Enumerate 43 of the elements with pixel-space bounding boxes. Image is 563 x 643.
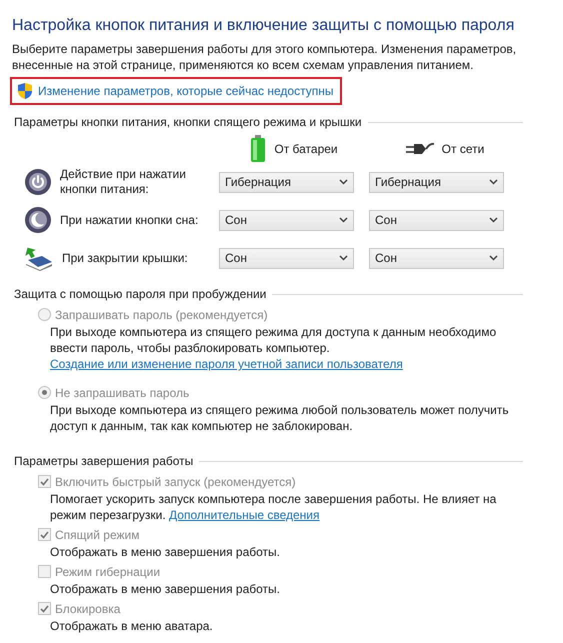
- page-title: Настройка кнопок питания и включение защиты с помощью пароля: [12, 17, 516, 35]
- admin-link[interactable]: Изменение параметров, которые сейчас недоступны: [38, 84, 334, 98]
- column-heading: От батареи: [274, 142, 338, 156]
- check-icon: [40, 530, 49, 538]
- option-description: Помогает ускорить запуск компьютера после завершения работы. Не влияет на режим перезагрузки. Дополнительные сведения: [50, 491, 498, 523]
- caret-icon: [489, 179, 498, 185]
- dropdown[interactable]: Сон: [369, 210, 504, 230]
- caret-icon: [339, 179, 348, 185]
- dropdown[interactable]: Сон: [369, 248, 504, 268]
- power-button-icon: [24, 168, 52, 196]
- plug-icon: [404, 141, 434, 157]
- dropdown[interactable]: Сон: [219, 210, 354, 230]
- row-label: При нажатии кнопки сна:: [60, 212, 200, 228]
- option-label: Блокировка: [55, 602, 120, 616]
- dropdown[interactable]: Сон: [219, 248, 354, 268]
- caret-icon: [489, 255, 498, 261]
- option-label: Спящий режим: [55, 528, 140, 542]
- option-label: Не запрашивать пароль: [55, 386, 190, 400]
- option-description: Отображать в меню завершения работы.: [50, 581, 282, 597]
- battery-icon: [250, 135, 266, 163]
- dropdown[interactable]: Гибернация: [369, 172, 504, 192]
- option-description: Отображать в меню аватара.: [50, 618, 214, 634]
- option-label: Запрашивать пароль (рекомендуется): [55, 308, 268, 322]
- section-heading: Защита с помощью пароля при пробуждении: [14, 287, 266, 301]
- intro-text: Выберите параметры завершения работы для этого компьютера. Изменения параметров, внесенные на этой странице, применяются ко всем схемам управления питанием.: [12, 41, 518, 73]
- option-label: Включить быстрый запуск (рекомендуется): [55, 474, 296, 488]
- caret-icon: [339, 255, 348, 261]
- section-heading: Параметры завершения работы: [14, 454, 194, 468]
- row-label: При закрытии крышки:: [62, 250, 189, 266]
- check-icon: [40, 478, 49, 486]
- check-icon: [40, 604, 49, 612]
- shield-icon: [18, 83, 32, 99]
- dropdown[interactable]: Гибернация: [219, 172, 354, 192]
- option-description: При выходе компьютера из спящего режима для доступа к данным необходимо ввести пароль, чтобы разблокировать компьютер. Создание или изменение пароля учетной записи пользователя: [50, 324, 498, 372]
- caret-icon: [339, 217, 348, 223]
- section-heading: Параметры кнопки питания, кнопки спящего режима и крышки: [14, 115, 362, 129]
- option-label: Режим гибернации: [55, 564, 160, 578]
- option-description: При выходе компьютера из спящего режима любой пользователь может получить доступ к данным, так как компьютер не заблокирован.: [50, 402, 510, 434]
- sleep-button-icon: [24, 206, 52, 234]
- row-label: Действие при нажатии кнопки питания:: [60, 167, 187, 197]
- option-description: Отображать в меню завершения работы.: [50, 544, 282, 560]
- caret-icon: [489, 217, 498, 223]
- column-heading: От сети: [442, 142, 484, 156]
